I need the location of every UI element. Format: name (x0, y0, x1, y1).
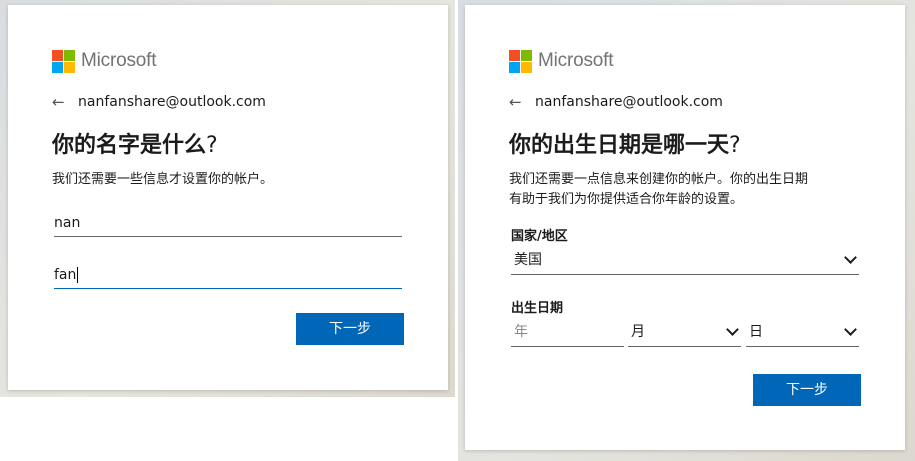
microsoft-logo-icon (509, 49, 532, 73)
brand-name: Microsoft (81, 50, 157, 71)
account-email: nanfanshare@outlook.com (535, 94, 723, 110)
chevron-down-icon (844, 323, 857, 336)
name-form-card: Microsoft ← nanfanshare@outlook.com 你的名字… (8, 5, 448, 390)
year-input[interactable]: 年 (511, 318, 624, 347)
page-description: 我们还需要一些信息才设置你的帐户。 (52, 172, 274, 187)
description-line: 有助于我们为你提供适合你年龄的设置。 (509, 192, 744, 207)
microsoft-logo: Microsoft (509, 49, 613, 73)
day-value: 日 (749, 324, 763, 340)
country-value: 美国 (514, 252, 542, 268)
page-title: 你的名字是什么? (52, 133, 218, 158)
left-arrow-icon[interactable]: ← (509, 93, 529, 111)
microsoft-logo-icon (52, 49, 75, 73)
birthdate-form-card: Microsoft ← nanfanshare@outlook.com 你的出生… (465, 5, 905, 450)
identity-banner: ← nanfanshare@outlook.com (509, 93, 723, 111)
left-arrow-icon[interactable]: ← (52, 93, 72, 111)
month-select[interactable]: 月 (628, 318, 741, 347)
birthdate-label: 出生日期 (511, 301, 564, 316)
page-title: 你的出生日期是哪一天? (509, 133, 741, 158)
brand-name: Microsoft (538, 50, 614, 71)
first-name-value: nan (54, 215, 81, 231)
day-select[interactable]: 日 (746, 318, 859, 347)
next-button[interactable]: 下一步 (296, 313, 404, 345)
next-button[interactable]: 下一步 (753, 374, 861, 406)
chevron-down-icon (844, 251, 857, 264)
chevron-down-icon (726, 323, 739, 336)
account-email: nanfanshare@outlook.com (78, 94, 266, 110)
description-line: 我们还需要一点信息来创建你的帐户。你的出生日期 (509, 172, 809, 187)
year-placeholder: 年 (514, 324, 528, 340)
microsoft-logo: Microsoft (52, 49, 156, 73)
text-cursor (77, 267, 79, 283)
last-name-field[interactable]: fan (54, 262, 402, 289)
page-description: 我们还需要一点信息来创建你的帐户。你的出生日期 有助于我们为你提供适合你年龄的设… (509, 170, 808, 210)
country-select[interactable]: 美国 (511, 246, 859, 275)
month-value: 月 (631, 324, 645, 340)
identity-banner: ← nanfanshare@outlook.com (52, 93, 266, 111)
first-name-field[interactable]: nan (54, 210, 402, 237)
last-name-value: fan (54, 267, 77, 283)
country-label: 国家/地区 (511, 229, 568, 244)
